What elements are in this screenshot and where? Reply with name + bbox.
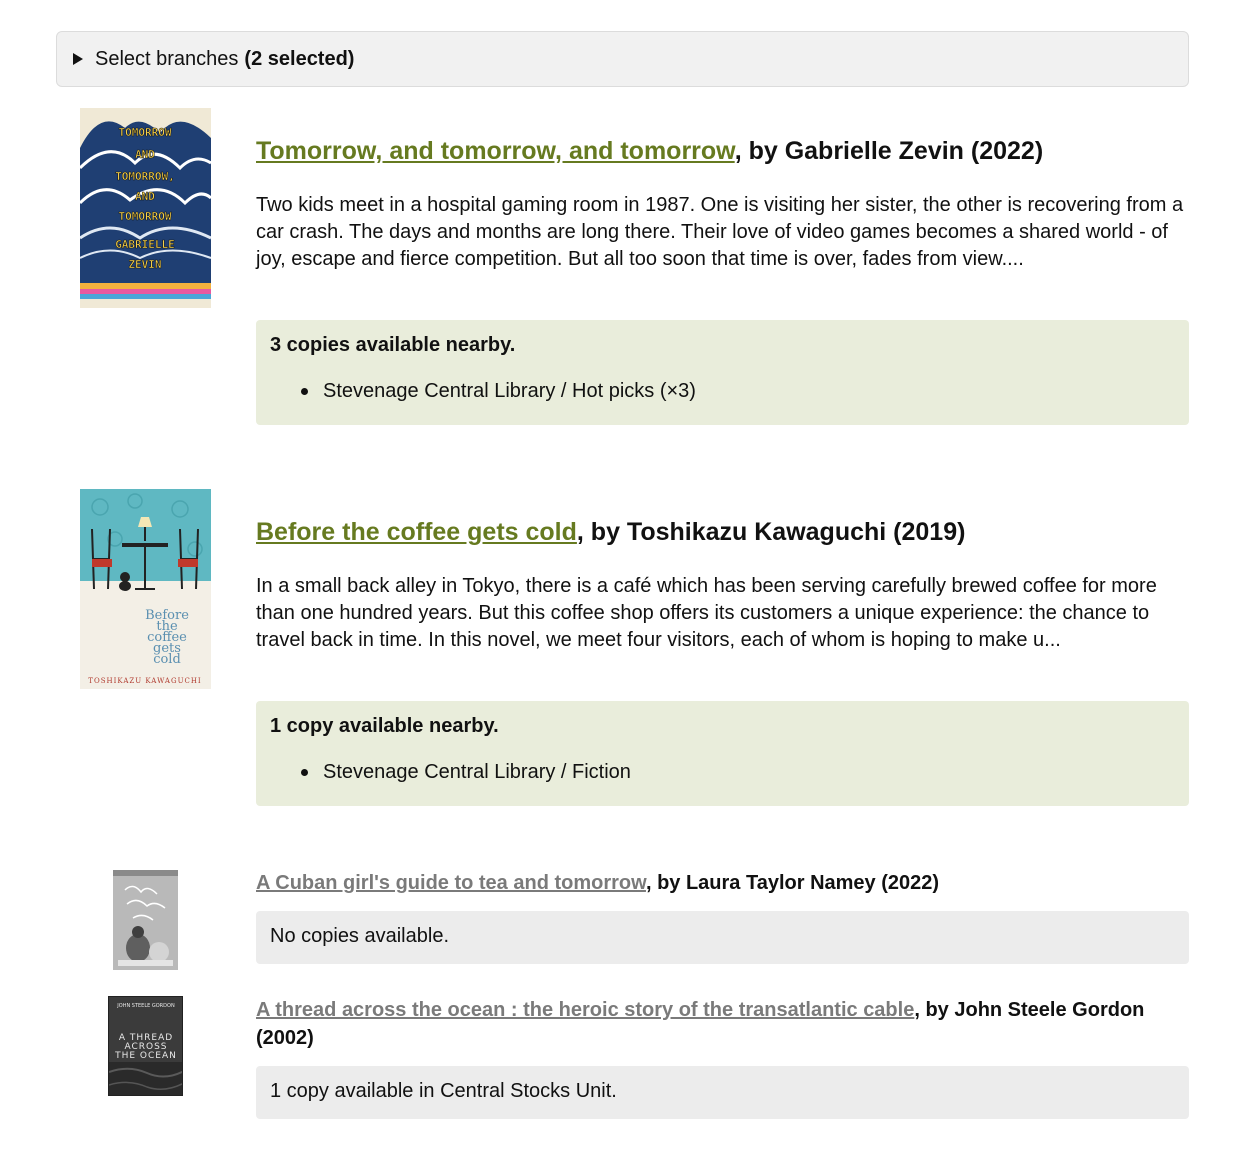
svg-text:TOMORROW: TOMORROW <box>119 210 172 223</box>
svg-text:THE OCEAN: THE OCEAN <box>114 1051 177 1061</box>
book-cover[interactable]: TOMORROW AND TOMORROW, AND TOMORROW GABR… <box>80 108 211 308</box>
availability-text: No copies available. <box>270 925 449 947</box>
availability-panel: 3 copies available nearby. Stevenage Cen… <box>256 320 1189 425</box>
location-item: Stevenage Central Library / Hot picks (×… <box>301 380 696 403</box>
book-title-line: Before the coffee gets cold, by Toshikaz… <box>256 517 1189 547</box>
location-item: Stevenage Central Library / Fiction <box>301 761 631 784</box>
select-branches-toggle[interactable]: Select branches (2 selected) <box>56 31 1189 87</box>
availability-text: 1 copy available in Central Stocks Unit. <box>270 1080 617 1102</box>
coffee-cover-art: Before the coffee gets cold TOSHIKAZU KA… <box>80 489 211 689</box>
book-cover[interactable] <box>113 870 178 970</box>
svg-text:ZEVIN: ZEVIN <box>128 258 161 271</box>
book-description: Two kids meet in a hospital gaming room … <box>256 194 1184 270</box>
availability-heading: 1 copy available nearby. <box>270 715 499 737</box>
book-title-link[interactable]: A thread across the ocean : the heroic s… <box>256 999 914 1021</box>
book-title-link[interactable]: Before the coffee gets cold <box>256 518 577 546</box>
svg-text:TOMORROW: TOMORROW <box>119 126 172 139</box>
availability-heading: 3 copies available nearby. <box>270 334 516 356</box>
book-title-link[interactable]: Tomorrow, and tomorrow, and tomorrow <box>256 137 735 165</box>
book-byline: , by Laura Taylor Namey (2022) <box>645 872 940 894</box>
wave-cover-art: TOMORROW AND TOMORROW, AND TOMORROW GABR… <box>80 108 211 308</box>
book-title-line: A Cuban girl's guide to tea and tomorrow… <box>256 870 1189 896</box>
availability-panel: 1 copy available in Central Stocks Unit. <box>256 1066 1189 1119</box>
svg-text:JOHN STEELE GORDON: JOHN STEELE GORDON <box>116 1003 175 1009</box>
book-cover[interactable]: JOHN STEELE GORDON A THREAD ACROSS THE O… <box>108 996 183 1096</box>
svg-text:cold: cold <box>153 652 181 667</box>
book-byline: , by Toshikazu Kawaguchi (2019) <box>576 518 966 546</box>
book-title-line: Tomorrow, and tomorrow, and tomorrow, by… <box>256 136 1189 166</box>
availability-panel: 1 copy available nearby. Stevenage Centr… <box>256 701 1189 806</box>
availability-panel: No copies available. <box>256 911 1189 964</box>
book-description: In a small back alley in Tokyo, there is… <box>256 575 1157 651</box>
book-cover[interactable]: Before the coffee gets cold TOSHIKAZU KA… <box>80 489 211 689</box>
svg-text:GABRIELLE: GABRIELLE <box>115 238 175 251</box>
book-byline: , by Gabrielle Zevin (2022) <box>734 137 1044 165</box>
disclosure-triangle-icon <box>73 53 83 65</box>
location-list: Stevenage Central Library / Hot picks (×… <box>301 380 696 403</box>
svg-text:TOMORROW,: TOMORROW, <box>115 170 175 183</box>
svg-text:AND: AND <box>135 190 155 203</box>
cuban-girl-cover-art <box>113 870 178 970</box>
thread-ocean-cover-art: JOHN STEELE GORDON A THREAD ACROSS THE O… <box>109 997 182 1095</box>
svg-text:TOSHIKAZU KAWAGUCHI: TOSHIKAZU KAWAGUCHI <box>88 677 201 685</box>
svg-text:AND: AND <box>135 148 155 161</box>
location-list: Stevenage Central Library / Fiction <box>301 761 631 784</box>
selected-count: (2 selected) <box>244 47 355 70</box>
book-title-line: A thread across the ocean : the heroic s… <box>256 996 1189 1052</box>
select-branches-label: Select branches <box>95 47 239 70</box>
book-title-link[interactable]: A Cuban girl's guide to tea and tomorrow <box>256 872 646 894</box>
